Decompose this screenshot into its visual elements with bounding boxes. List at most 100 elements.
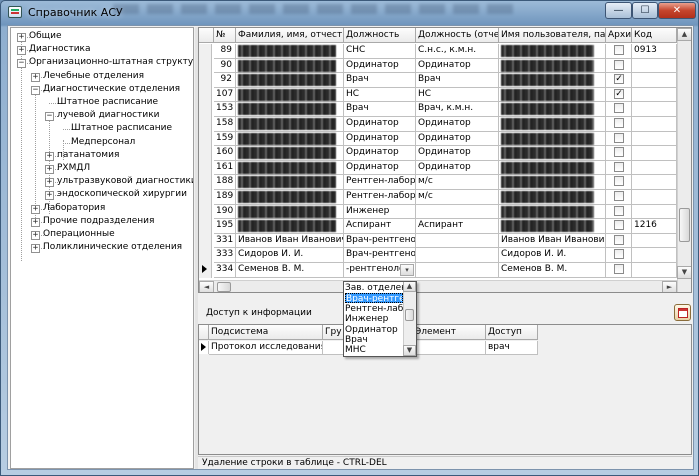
vertical-scrollbar[interactable]: ▲ ▼ bbox=[677, 28, 691, 292]
table-cell-user[interactable]: Иванов Иван Иванович bbox=[499, 233, 606, 249]
tree-expander-icon[interactable]: − bbox=[31, 85, 40, 95]
minimize-button[interactable]: — bbox=[605, 2, 632, 19]
table-cell-rep[interactable] bbox=[416, 204, 499, 220]
table-cell-num[interactable]: 90 bbox=[214, 58, 236, 74]
dropdown-option[interactable]: Ординатор bbox=[345, 325, 403, 335]
row-indicator[interactable] bbox=[199, 44, 212, 59]
scroll-down-button[interactable]: ▼ bbox=[677, 266, 691, 279]
horizontal-scroll-thumb[interactable] bbox=[217, 282, 231, 292]
dropdown-option[interactable]: Зав. отделен bbox=[345, 283, 403, 293]
tree-node[interactable]: − Организационно-штатная структура bbox=[11, 56, 193, 69]
table-cell-num[interactable]: 107 bbox=[214, 87, 236, 103]
table-cell-code[interactable] bbox=[632, 73, 677, 88]
tree-expander-icon[interactable]: + bbox=[31, 72, 40, 82]
row-indicator[interactable] bbox=[199, 190, 212, 205]
access-cell-element[interactable] bbox=[413, 341, 486, 355]
table-cell-num[interactable]: 89 bbox=[214, 44, 236, 59]
table-cell-rep[interactable]: Аспирант bbox=[416, 219, 499, 234]
archive-checkbox[interactable] bbox=[614, 147, 624, 158]
tree-expander-icon[interactable]: + bbox=[45, 191, 54, 201]
table-cell-num[interactable]: 190 bbox=[214, 204, 236, 220]
column-header[interactable]: Должность bbox=[344, 28, 416, 43]
row-indicator[interactable] bbox=[199, 219, 212, 234]
table-cell-code[interactable]: 1216 bbox=[632, 219, 677, 234]
table-cell-num[interactable]: 333 bbox=[214, 248, 236, 263]
table-cell-code[interactable] bbox=[632, 102, 677, 117]
tree-expander-icon[interactable]: + bbox=[31, 231, 40, 240]
column-header[interactable]: Архив bbox=[606, 28, 632, 43]
table-cell-pos[interactable]: Ординатор bbox=[344, 146, 416, 161]
tree-node[interactable]: + РХМДЛ bbox=[11, 162, 193, 175]
archive-checkbox[interactable] bbox=[614, 249, 624, 260]
row-indicator[interactable] bbox=[199, 175, 212, 190]
maximize-button[interactable]: ☐ bbox=[632, 2, 658, 19]
table-cell-user[interactable]: Семенов В. М. bbox=[499, 263, 606, 278]
tree-expander-icon[interactable]: + bbox=[31, 204, 40, 214]
table-cell-pos[interactable]: Аспирант bbox=[344, 219, 416, 234]
position-dropdown-list[interactable]: ▲ ▼ Зав. отделенВрач-рентгенРентген-лабо… bbox=[343, 281, 417, 357]
table-cell-code[interactable] bbox=[632, 263, 677, 278]
table-cell-code[interactable]: 0913 bbox=[632, 44, 677, 59]
dropdown-scroll-up[interactable]: ▲ bbox=[403, 282, 416, 292]
archive-checkbox[interactable]: ✓ bbox=[614, 88, 624, 99]
tree-expander-icon[interactable]: + bbox=[45, 151, 54, 161]
table-cell-code[interactable] bbox=[632, 190, 677, 205]
row-indicator[interactable] bbox=[199, 146, 212, 161]
table-cell-code[interactable] bbox=[632, 204, 677, 220]
row-indicator[interactable] bbox=[199, 117, 212, 132]
table-cell-pos[interactable]: Рентген-лаборан bbox=[344, 175, 416, 190]
archive-checkbox[interactable] bbox=[614, 161, 624, 172]
tree-expander-icon[interactable]: + bbox=[31, 244, 40, 254]
table-cell-code[interactable] bbox=[632, 248, 677, 263]
tree-expander-icon[interactable]: + bbox=[17, 46, 26, 56]
column-header[interactable]: Элемент bbox=[413, 325, 486, 340]
dropdown-option[interactable]: Рентген-лабо bbox=[345, 304, 403, 314]
archive-checkbox[interactable] bbox=[614, 205, 624, 216]
table-cell-code[interactable] bbox=[632, 87, 677, 103]
column-header[interactable]: Должность (отчет) bbox=[416, 28, 499, 43]
table-cell-code[interactable] bbox=[632, 131, 677, 147]
column-header[interactable]: Доступ bbox=[486, 325, 538, 340]
table-cell-num[interactable]: 92 bbox=[214, 73, 236, 88]
dropdown-scroll-thumb[interactable] bbox=[405, 309, 414, 321]
tree-node[interactable]: + Операционные bbox=[11, 228, 193, 241]
table-cell-pos[interactable]: Инженер bbox=[344, 204, 416, 220]
table-cell-rep[interactable]: Ординатор bbox=[416, 117, 499, 132]
archive-checkbox[interactable]: ✓ bbox=[614, 74, 624, 85]
table-cell-rep[interactable]: м/с bbox=[416, 190, 499, 205]
tree-expander-icon[interactable]: − bbox=[45, 112, 54, 122]
table-cell-pos[interactable]: Врач bbox=[344, 73, 416, 88]
table-cell-pos[interactable]: Врач-рентгеноло bbox=[344, 233, 416, 249]
table-cell-num[interactable]: 195 bbox=[214, 219, 236, 234]
archive-checkbox[interactable] bbox=[614, 191, 624, 201]
access-cell-access[interactable]: врач bbox=[486, 341, 538, 355]
tree-expander-icon[interactable]: + bbox=[17, 33, 26, 42]
tree-node[interactable]: + Поликлинические отделения bbox=[11, 241, 193, 254]
table-cell-num[interactable]: 331 bbox=[214, 233, 236, 249]
table-cell-name[interactable]: Семенов В. М. bbox=[236, 263, 344, 278]
row-indicator[interactable] bbox=[199, 248, 212, 263]
table-cell-rep[interactable] bbox=[416, 248, 499, 263]
dropdown-option[interactable]: МНС bbox=[345, 345, 403, 355]
row-indicator[interactable] bbox=[199, 204, 212, 220]
table-cell-code[interactable] bbox=[632, 117, 677, 132]
column-header[interactable]: № bbox=[214, 28, 236, 43]
scroll-left-button[interactable]: ◄ bbox=[199, 281, 214, 292]
table-cell-code[interactable] bbox=[632, 175, 677, 190]
row-indicator[interactable] bbox=[199, 58, 212, 74]
tree-node[interactable]: + Лаборатория bbox=[11, 202, 193, 215]
table-cell-rep[interactable]: м/с bbox=[416, 175, 499, 190]
table-cell-num[interactable]: 159 bbox=[214, 131, 236, 147]
table-cell-code[interactable] bbox=[632, 58, 677, 74]
table-cell-pos[interactable]: Врач-рентгеноло bbox=[344, 248, 416, 263]
row-indicator[interactable] bbox=[199, 160, 212, 176]
row-indicator[interactable] bbox=[199, 73, 212, 88]
tree-node[interactable]: + патанатомия bbox=[11, 149, 193, 162]
table-cell-rep[interactable]: С.н.с., к.м.н. bbox=[416, 44, 499, 59]
table-cell-user[interactable]: Сидоров И. И. bbox=[499, 248, 606, 263]
row-indicator[interactable] bbox=[199, 233, 212, 249]
table-cell-num[interactable]: 158 bbox=[214, 117, 236, 132]
column-header[interactable]: Подсистема bbox=[209, 325, 323, 340]
table-cell-code[interactable] bbox=[632, 233, 677, 249]
table-cell-num[interactable]: 160 bbox=[214, 146, 236, 161]
